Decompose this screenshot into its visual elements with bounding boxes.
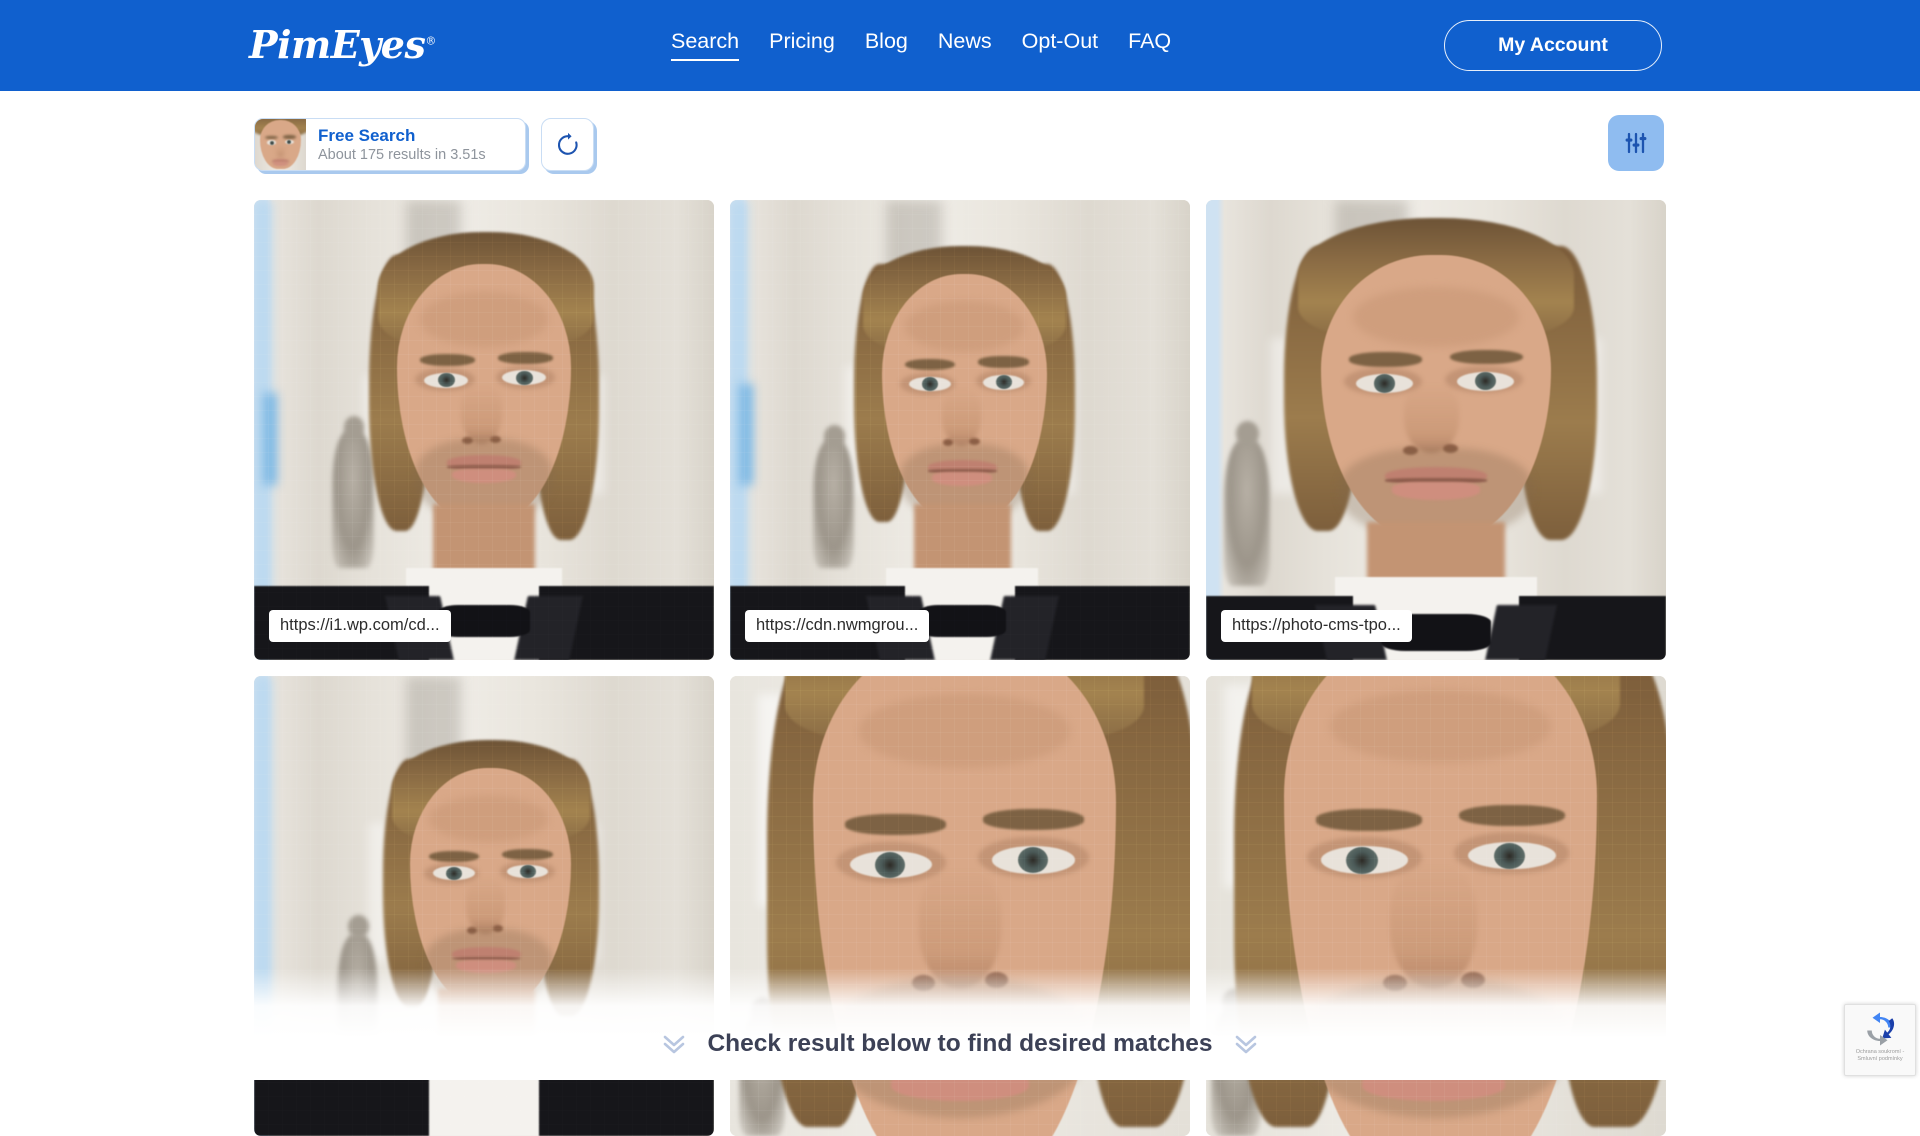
result-image (254, 676, 714, 1136)
recaptcha-separator: - (1902, 1049, 1904, 1055)
result-image (1206, 200, 1666, 660)
result-url-label[interactable]: https://cdn.nwmgrou... (745, 610, 929, 642)
result-card[interactable]: https://cdn.nwmgrou... (730, 200, 1190, 660)
result-image (730, 200, 1190, 660)
recaptcha-badge[interactable]: Ochrana soukromí - Smluvní podmínky (1844, 1004, 1916, 1076)
search-type-label: Free Search (318, 126, 486, 145)
nav-item-blog[interactable]: Blog (865, 28, 908, 59)
result-card[interactable]: https://photo-cms-tpo... (1206, 200, 1666, 660)
my-account-button[interactable]: My Account (1444, 20, 1662, 71)
result-url-label[interactable]: https://photo-cms-tpo... (1221, 610, 1412, 642)
recaptcha-privacy-link[interactable]: Ochrana soukromí (1856, 1049, 1901, 1055)
refresh-icon (555, 132, 581, 158)
refresh-search-button[interactable] (541, 118, 594, 171)
chevron-double-down-icon (659, 1031, 689, 1057)
nav-item-faq[interactable]: FAQ (1128, 28, 1171, 59)
result-image (730, 676, 1190, 1136)
result-url-label[interactable]: https://i1.wp.com/cd... (269, 610, 451, 642)
recaptcha-terms-link-2[interactable]: podmínky (1879, 1056, 1903, 1062)
result-card[interactable] (254, 676, 714, 1136)
nav-item-pricing[interactable]: Pricing (769, 28, 835, 59)
search-results-count: About 175 results in 3.51s (318, 146, 486, 164)
nav-label: Search (671, 29, 739, 53)
search-summary-text: Free Search About 175 results in 3.51s (306, 126, 486, 164)
nav-item-news[interactable]: News (938, 28, 992, 59)
search-status-bar: Free Search About 175 results in 3.51s (0, 91, 1920, 169)
result-image (254, 200, 714, 660)
recaptcha-icon (1862, 1011, 1898, 1047)
recaptcha-legal-text[interactable]: Ochrana soukromí - Smluvní podmínky (1845, 1049, 1915, 1063)
result-image (1206, 676, 1666, 1136)
logo-trademark-symbol: ® (425, 34, 436, 47)
nav-item-search[interactable]: Search (671, 28, 739, 61)
check-results-label: Check result below to find desired match… (707, 1030, 1212, 1058)
main-navigation: Search Pricing Blog News Opt-Out FAQ (671, 28, 1171, 61)
nav-item-opt-out[interactable]: Opt-Out (1022, 28, 1098, 59)
nav-label: News (938, 29, 992, 53)
filter-sliders-icon (1621, 128, 1651, 158)
logo-text: PimEyes (249, 22, 425, 67)
nav-label: FAQ (1128, 29, 1171, 53)
search-summary-chip[interactable]: Free Search About 175 results in 3.51s (254, 118, 526, 171)
result-card[interactable] (1206, 676, 1666, 1136)
nav-label: Pricing (769, 29, 835, 53)
site-header: PimEyes® Search Pricing Blog News Opt-Ou… (0, 0, 1920, 91)
nav-label: Blog (865, 29, 908, 53)
result-card[interactable]: https://i1.wp.com/cd... (254, 200, 714, 660)
pimeyes-logo[interactable]: PimEyes® (249, 22, 436, 67)
my-account-label: My Account (1498, 34, 1608, 57)
recaptcha-terms-link[interactable]: Smluvní (1857, 1056, 1877, 1062)
nav-label: Opt-Out (1022, 29, 1098, 53)
search-results-grid: https://i1.wp.com/cd... (254, 200, 1666, 1136)
query-face-thumbnail[interactable] (255, 119, 306, 170)
filter-settings-button[interactable] (1608, 115, 1664, 171)
chevron-double-down-icon (1231, 1031, 1261, 1057)
result-card[interactable] (730, 676, 1190, 1136)
check-results-banner[interactable]: Check result below to find desired match… (0, 1024, 1920, 1064)
thumbnail-face-image (255, 119, 306, 170)
